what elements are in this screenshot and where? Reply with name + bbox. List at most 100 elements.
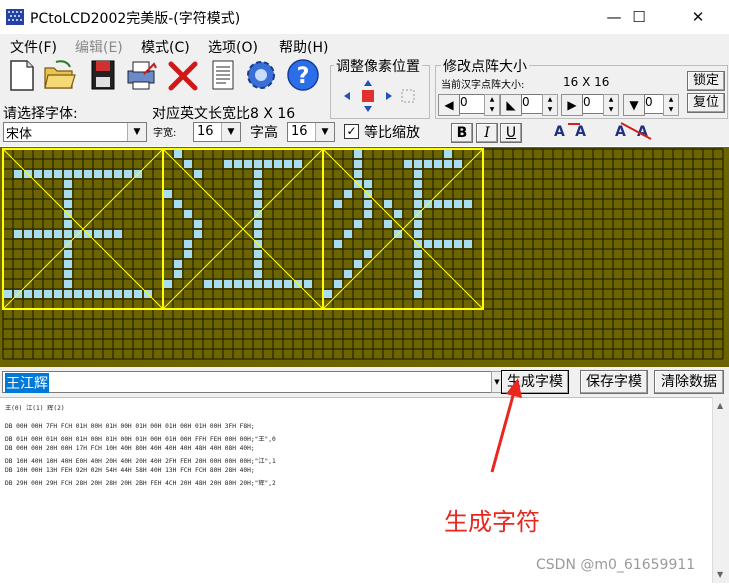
glyph-pixel[interactable] — [264, 280, 272, 288]
glyph-pixel[interactable] — [104, 170, 112, 178]
glyph-pixel[interactable] — [334, 280, 342, 288]
glyph-pixel[interactable] — [254, 200, 262, 208]
glyph-pixel[interactable] — [364, 200, 372, 208]
help-question-icon[interactable]: ? — [286, 58, 320, 92]
glyph-pixel[interactable] — [254, 260, 262, 268]
glyph-pixel[interactable] — [244, 280, 252, 288]
proportional-checkbox[interactable]: ✓ — [344, 124, 359, 139]
glyph-pixel[interactable] — [44, 290, 52, 298]
scroll-up-icon[interactable]: ▲ — [717, 401, 723, 410]
glyph-pixel[interactable] — [364, 250, 372, 258]
glyph-pixel[interactable] — [334, 200, 342, 208]
glyph-pixel[interactable] — [84, 290, 92, 298]
shrink-bottom-icon[interactable]: ▼ — [623, 94, 645, 116]
glyph-pixel[interactable] — [434, 200, 442, 208]
clear-data-button[interactable]: 清除数据 — [654, 370, 724, 394]
glyph-pixel[interactable] — [114, 170, 122, 178]
scroll-down-icon[interactable]: ▼ — [717, 570, 723, 579]
settings-gear-icon[interactable] — [244, 58, 278, 92]
glyph-pixel[interactable] — [234, 160, 242, 168]
menu-edit[interactable]: 编辑(E) — [75, 37, 123, 57]
menu-options[interactable]: 选项(O) — [208, 37, 258, 57]
glyph-pixel[interactable] — [194, 170, 202, 178]
glyph-pixel[interactable] — [214, 280, 222, 288]
glyph-pixel[interactable] — [184, 210, 192, 218]
glyph-pixel[interactable] — [394, 210, 402, 218]
glyph-pixel[interactable] — [164, 190, 172, 198]
glyph-pixel[interactable] — [414, 250, 422, 258]
chevron-down-icon[interactable]: ▼ — [127, 123, 146, 141]
glyph-pixel[interactable] — [64, 270, 72, 278]
glyph-pixel[interactable] — [74, 170, 82, 178]
glyph-pixel[interactable] — [104, 230, 112, 238]
glyph-pixel[interactable] — [174, 200, 182, 208]
open-folder-icon[interactable] — [42, 58, 76, 92]
glyph-pixel[interactable] — [254, 190, 262, 198]
chevron-down-icon[interactable]: ▼ — [315, 123, 334, 141]
glyph-pixel[interactable] — [344, 190, 352, 198]
flip-vertical-icon[interactable]: A A — [611, 120, 659, 142]
glyph-pixel[interactable] — [64, 260, 72, 268]
glyph-pixel[interactable] — [114, 290, 122, 298]
glyph-pixel[interactable] — [174, 260, 182, 268]
delete-x-icon[interactable] — [166, 59, 200, 93]
glyph-pixel[interactable] — [64, 280, 72, 288]
glyph-pixel[interactable] — [444, 150, 452, 158]
char-height-combo[interactable]: 16 ▼ — [287, 122, 335, 142]
save-font-button[interactable]: 保存字模 — [580, 370, 648, 394]
glyph-pixel[interactable] — [184, 240, 192, 248]
glyph-pixel[interactable] — [64, 200, 72, 208]
glyph-pixel[interactable] — [234, 280, 242, 288]
shrink-top-icon[interactable]: ◣ — [500, 94, 522, 116]
glyph-pixel[interactable] — [224, 280, 232, 288]
glyph-pixel[interactable] — [384, 220, 392, 228]
shrink-right-icon[interactable]: ▶ — [561, 94, 583, 116]
spin-right[interactable]: 0 ▲ ▼ — [582, 94, 619, 116]
glyph-pixel[interactable] — [444, 160, 452, 168]
glyph-pixel[interactable] — [354, 170, 362, 178]
glyph-pixel[interactable] — [274, 160, 282, 168]
output-textarea[interactable]: 王(0) 江(1) 辉(2) DB 00H 00H 7FH FCH 01H 00… — [0, 397, 729, 584]
glyph-pixel[interactable] — [114, 230, 122, 238]
glyph-pixel[interactable] — [224, 160, 232, 168]
glyph-pixel[interactable] — [464, 200, 472, 208]
glyph-pixel[interactable] — [444, 240, 452, 248]
flip-horizontal-icon[interactable]: A A — [550, 120, 598, 142]
reset-button[interactable]: 复位 — [687, 93, 725, 113]
glyph-pixel[interactable] — [24, 290, 32, 298]
glyph-pixel[interactable] — [174, 270, 182, 278]
glyph-pixel[interactable] — [64, 250, 72, 258]
print-icon[interactable] — [124, 58, 158, 92]
glyph-pixel[interactable] — [264, 160, 272, 168]
glyph-pixel[interactable] — [354, 160, 362, 168]
glyph-pixel[interactable] — [454, 240, 462, 248]
save-disk-icon[interactable] — [86, 58, 120, 92]
glyph-pixel[interactable] — [34, 290, 42, 298]
glyph-pixel[interactable] — [324, 290, 332, 298]
glyph-pixel[interactable] — [414, 220, 422, 228]
menu-file[interactable]: 文件(F) — [10, 37, 57, 57]
pixel-shift-arrows[interactable] — [342, 78, 422, 114]
spin-bottom[interactable]: 0 ▲ ▼ — [644, 94, 679, 116]
glyph-pixel[interactable] — [124, 290, 132, 298]
glyph-pixel[interactable] — [74, 290, 82, 298]
glyph-pixel[interactable] — [54, 170, 62, 178]
glyph-pixel[interactable] — [124, 170, 132, 178]
glyph-pixel[interactable] — [304, 280, 312, 288]
glyph-pixel[interactable] — [414, 290, 422, 298]
glyph-pixel[interactable] — [64, 170, 72, 178]
glyph-pixel[interactable] — [364, 210, 372, 218]
underline-button[interactable]: U — [500, 123, 522, 143]
glyph-pixel[interactable] — [254, 160, 262, 168]
glyph-pixel[interactable] — [354, 220, 362, 228]
glyph-pixel[interactable] — [64, 290, 72, 298]
glyph-pixel[interactable] — [14, 170, 22, 178]
vertical-scrollbar[interactable]: ▲ ▼ — [712, 397, 729, 583]
glyph-pixel[interactable] — [284, 160, 292, 168]
glyph-pixel[interactable] — [404, 160, 412, 168]
glyph-pixel[interactable] — [64, 220, 72, 228]
glyph-pixel[interactable] — [54, 230, 62, 238]
glyph-pixel[interactable] — [34, 170, 42, 178]
glyph-pixel[interactable] — [64, 180, 72, 188]
glyph-pixel[interactable] — [44, 230, 52, 238]
